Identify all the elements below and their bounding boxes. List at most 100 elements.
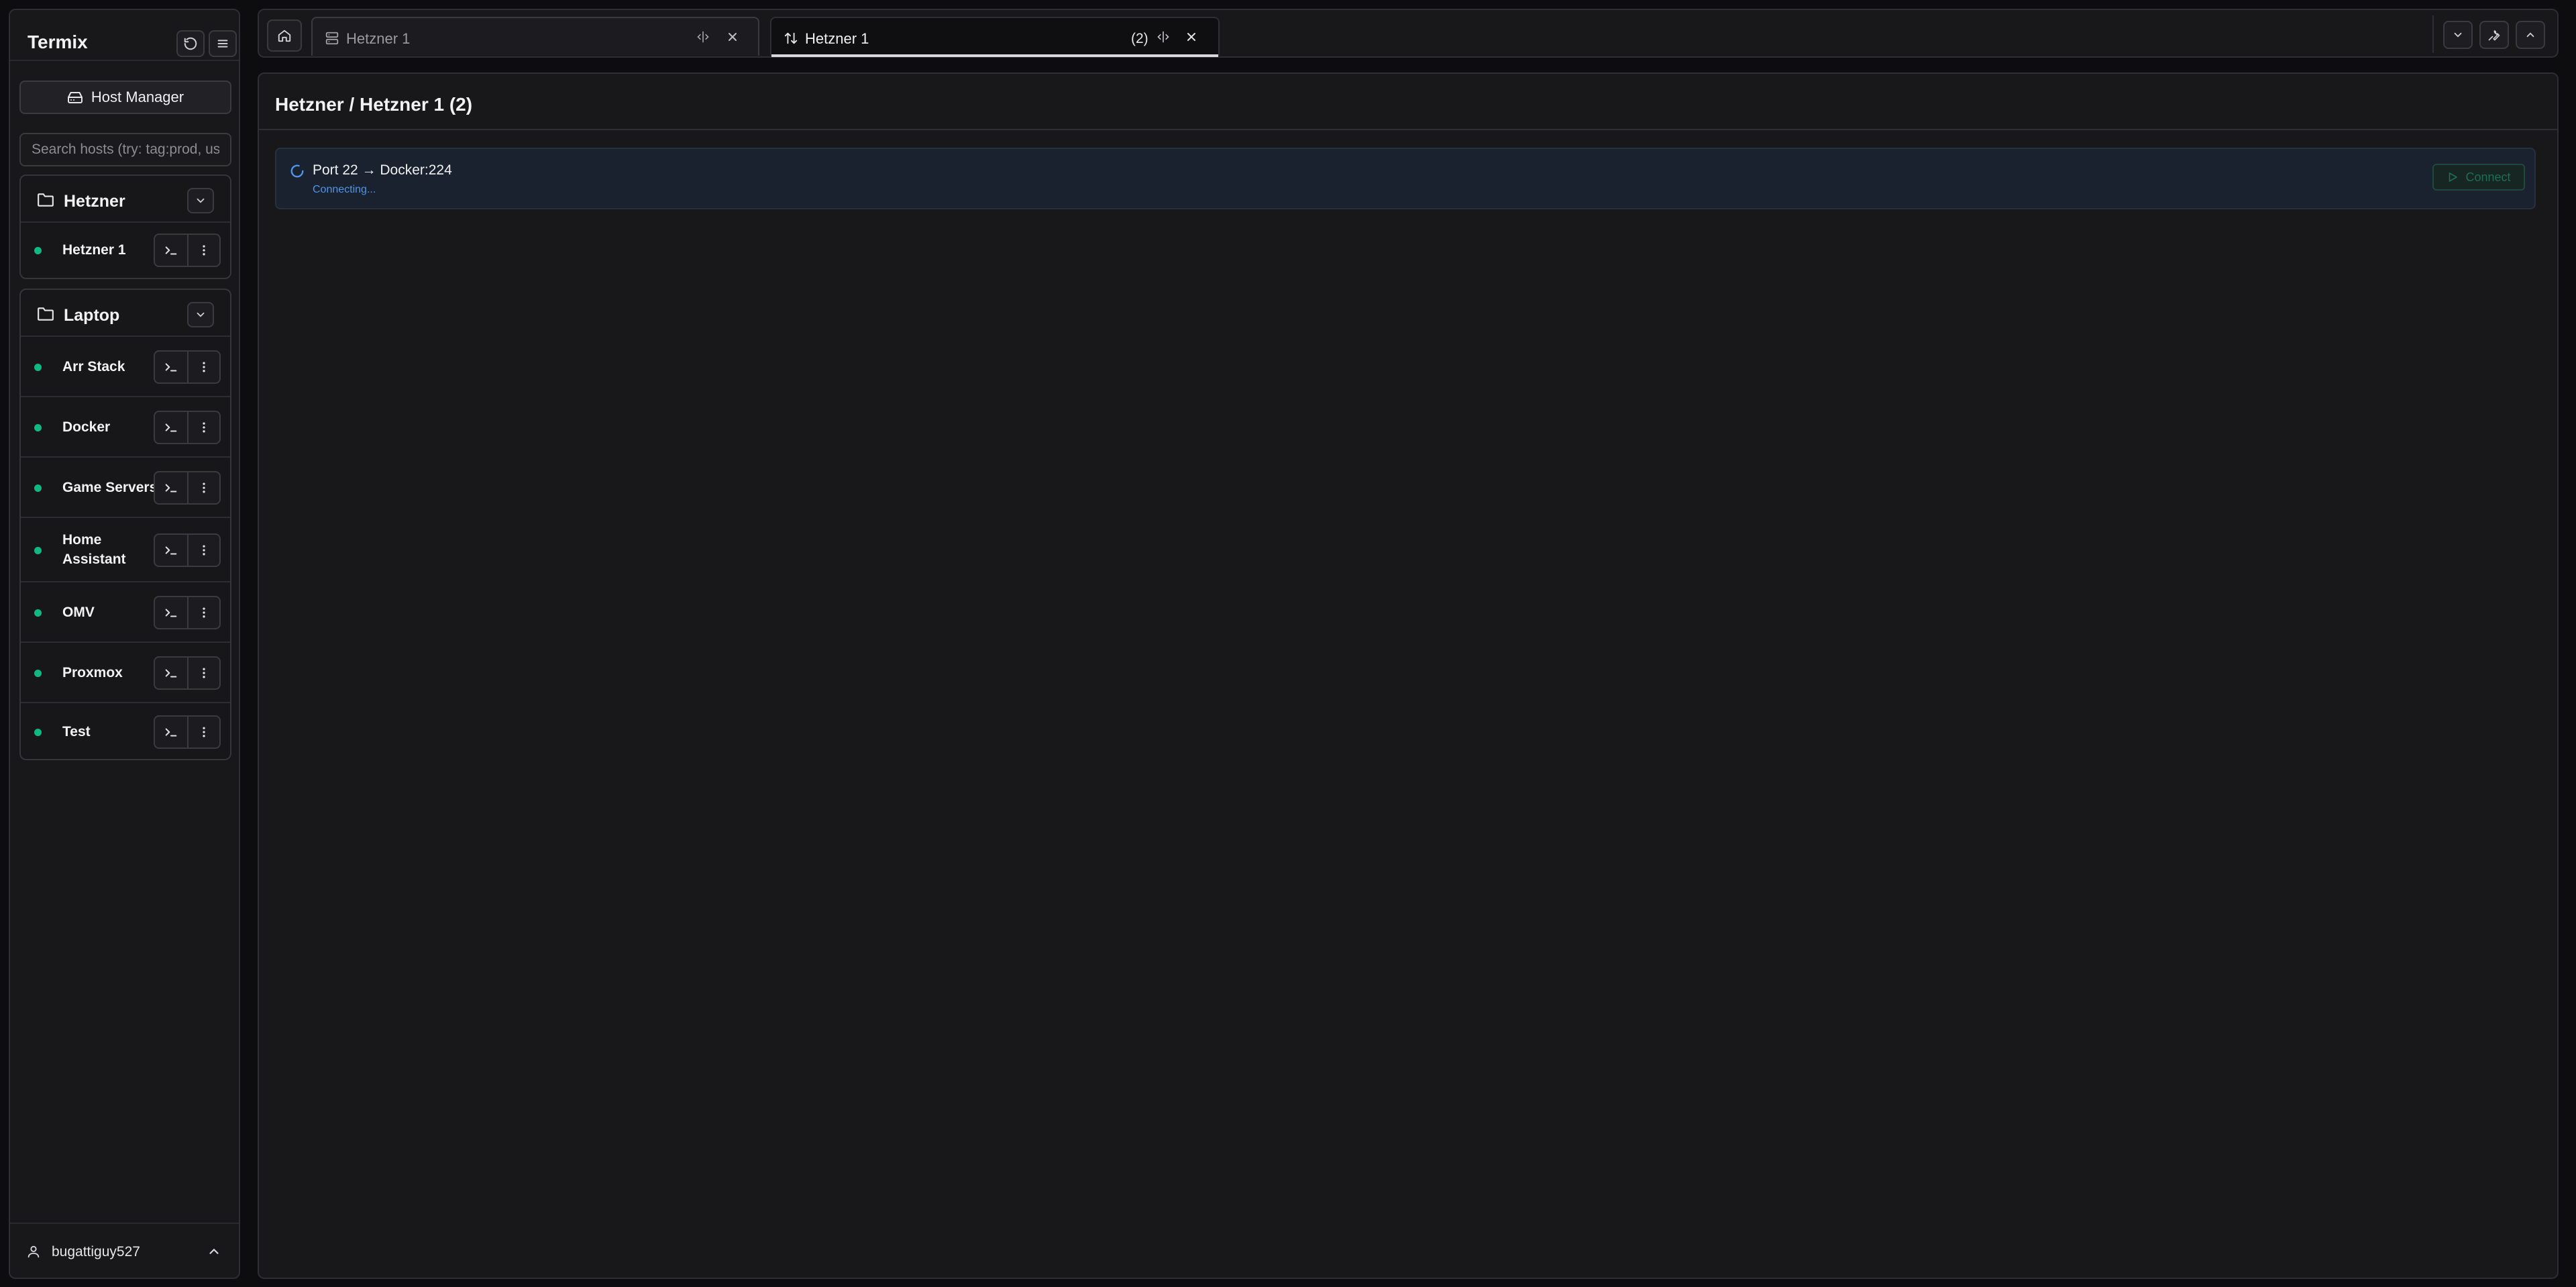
terminal-icon — [164, 543, 178, 558]
tools-button[interactable] — [2479, 21, 2509, 49]
more-vertical-icon — [197, 244, 211, 257]
open-terminal-button[interactable] — [155, 352, 187, 382]
terminal-icon — [164, 725, 178, 739]
server-icon — [325, 31, 339, 46]
hard-drive-icon — [67, 89, 83, 105]
folder-name: Hetzner — [64, 192, 125, 211]
more-options-button[interactable] — [187, 717, 219, 748]
host-row-docker[interactable]: Docker — [21, 397, 230, 458]
host-manager-label: Host Manager — [91, 89, 184, 105]
host-row-game-servers[interactable]: Game Servers — [21, 458, 230, 518]
arrow-up-down-icon — [784, 31, 798, 46]
terminal-icon — [164, 420, 178, 435]
status-dot — [34, 609, 42, 617]
host-actions — [154, 234, 221, 267]
close-icon[interactable] — [1185, 30, 1198, 44]
more-options-button[interactable] — [187, 235, 219, 266]
panel-header: Hetzner / Hetzner 1 (2) — [259, 74, 2557, 130]
open-terminal-button[interactable] — [155, 412, 187, 443]
more-options-button[interactable] — [187, 597, 219, 628]
status-dot — [34, 484, 42, 492]
tunnel-title: Port 22 → Docker:224 — [313, 162, 452, 178]
host-actions — [154, 471, 221, 505]
connect-button[interactable]: Connect — [2432, 164, 2525, 191]
host-name: OMV — [62, 605, 95, 620]
tunnel-status: Connecting... — [313, 184, 376, 195]
host-manager-button[interactable]: Host Manager — [19, 81, 231, 114]
user-menu[interactable]: bugattiguy527 — [10, 1223, 239, 1278]
terminal-icon — [164, 666, 178, 680]
host-name: Arr Stack — [62, 359, 125, 374]
host-row-arr-stack[interactable]: Arr Stack — [21, 337, 230, 397]
chevron-down-icon — [195, 195, 207, 207]
sidebar: Termix Host Manager Hetzner — [9, 9, 240, 1279]
status-dot — [34, 364, 42, 371]
open-terminal-button[interactable] — [155, 597, 187, 628]
split-icon[interactable] — [696, 30, 710, 44]
folder-collapse-button[interactable] — [187, 302, 214, 327]
tunnel-card: Port 22 → Docker:224 Connecting... Conne… — [275, 148, 2536, 209]
tab-hetzner-1-terminal[interactable]: Hetzner 1 — [311, 17, 759, 56]
host-actions — [154, 533, 221, 567]
tab-label: Hetzner 1 — [805, 30, 869, 47]
search-input[interactable] — [19, 133, 231, 166]
app-title: Termix — [28, 32, 88, 52]
username: bugattiguy527 — [52, 1244, 140, 1259]
host-row-home-assistant[interactable]: Home Assistant — [21, 518, 230, 582]
more-options-button[interactable] — [187, 472, 219, 503]
terminal-icon — [164, 605, 178, 620]
open-terminal-button[interactable] — [155, 658, 187, 688]
more-options-button[interactable] — [187, 658, 219, 688]
chevron-down-icon — [2452, 29, 2464, 41]
folder-collapse-button[interactable] — [187, 188, 214, 213]
close-icon[interactable] — [726, 30, 739, 44]
home-button[interactable] — [267, 19, 302, 52]
loading-spinner-icon — [290, 164, 305, 178]
status-dot — [34, 424, 42, 431]
folder-icon — [37, 192, 54, 208]
more-options-button[interactable] — [187, 412, 219, 443]
host-row-omv[interactable]: OMV — [21, 582, 230, 643]
tab-label: Hetzner 1 — [346, 30, 411, 47]
folder-laptop: Laptop Arr Stack Docker Game Servers Hom… — [19, 289, 231, 760]
open-terminal-button[interactable] — [155, 472, 187, 503]
host-name: Hetzner 1 — [62, 242, 126, 258]
folder-header[interactable]: Hetzner — [21, 176, 230, 223]
page-title: Hetzner / Hetzner 1 (2) — [275, 94, 473, 115]
more-vertical-icon — [197, 666, 211, 680]
more-vertical-icon — [197, 481, 211, 495]
host-row-test[interactable]: Test — [21, 703, 230, 762]
connect-label: Connect — [2465, 170, 2511, 184]
status-dot — [34, 247, 42, 254]
open-terminal-button[interactable] — [155, 535, 187, 566]
more-vertical-icon — [197, 725, 211, 739]
menu-button[interactable] — [209, 30, 237, 57]
tab-hetzner-1-tunnels[interactable]: Hetzner 1 (2) — [770, 17, 1220, 57]
folder-header[interactable]: Laptop — [21, 290, 230, 337]
more-options-button[interactable] — [187, 352, 219, 382]
host-actions — [154, 596, 221, 629]
chevron-up-icon — [207, 1244, 221, 1259]
host-row-proxmox[interactable]: Proxmox — [21, 643, 230, 703]
host-name: Test — [62, 724, 91, 739]
host-name: Proxmox — [62, 665, 123, 680]
host-actions — [154, 350, 221, 384]
more-vertical-icon — [197, 606, 211, 619]
open-terminal-button[interactable] — [155, 235, 187, 266]
play-icon — [2447, 171, 2459, 183]
refresh-button[interactable] — [176, 30, 205, 57]
home-icon — [277, 28, 292, 43]
split-icon[interactable] — [1157, 30, 1170, 44]
folder-icon — [37, 306, 54, 322]
more-options-button[interactable] — [187, 535, 219, 566]
terminal-icon — [164, 480, 178, 495]
dropdown-button[interactable] — [2443, 21, 2473, 49]
open-terminal-button[interactable] — [155, 717, 187, 748]
terminal-icon — [164, 243, 178, 258]
status-dot — [34, 670, 42, 677]
folder-hetzner: Hetzner Hetzner 1 — [19, 174, 231, 279]
host-actions — [154, 715, 221, 749]
chevron-down-icon — [195, 309, 207, 321]
collapse-button[interactable] — [2516, 21, 2545, 49]
host-row-hetzner-1[interactable]: Hetzner 1 — [21, 223, 230, 278]
